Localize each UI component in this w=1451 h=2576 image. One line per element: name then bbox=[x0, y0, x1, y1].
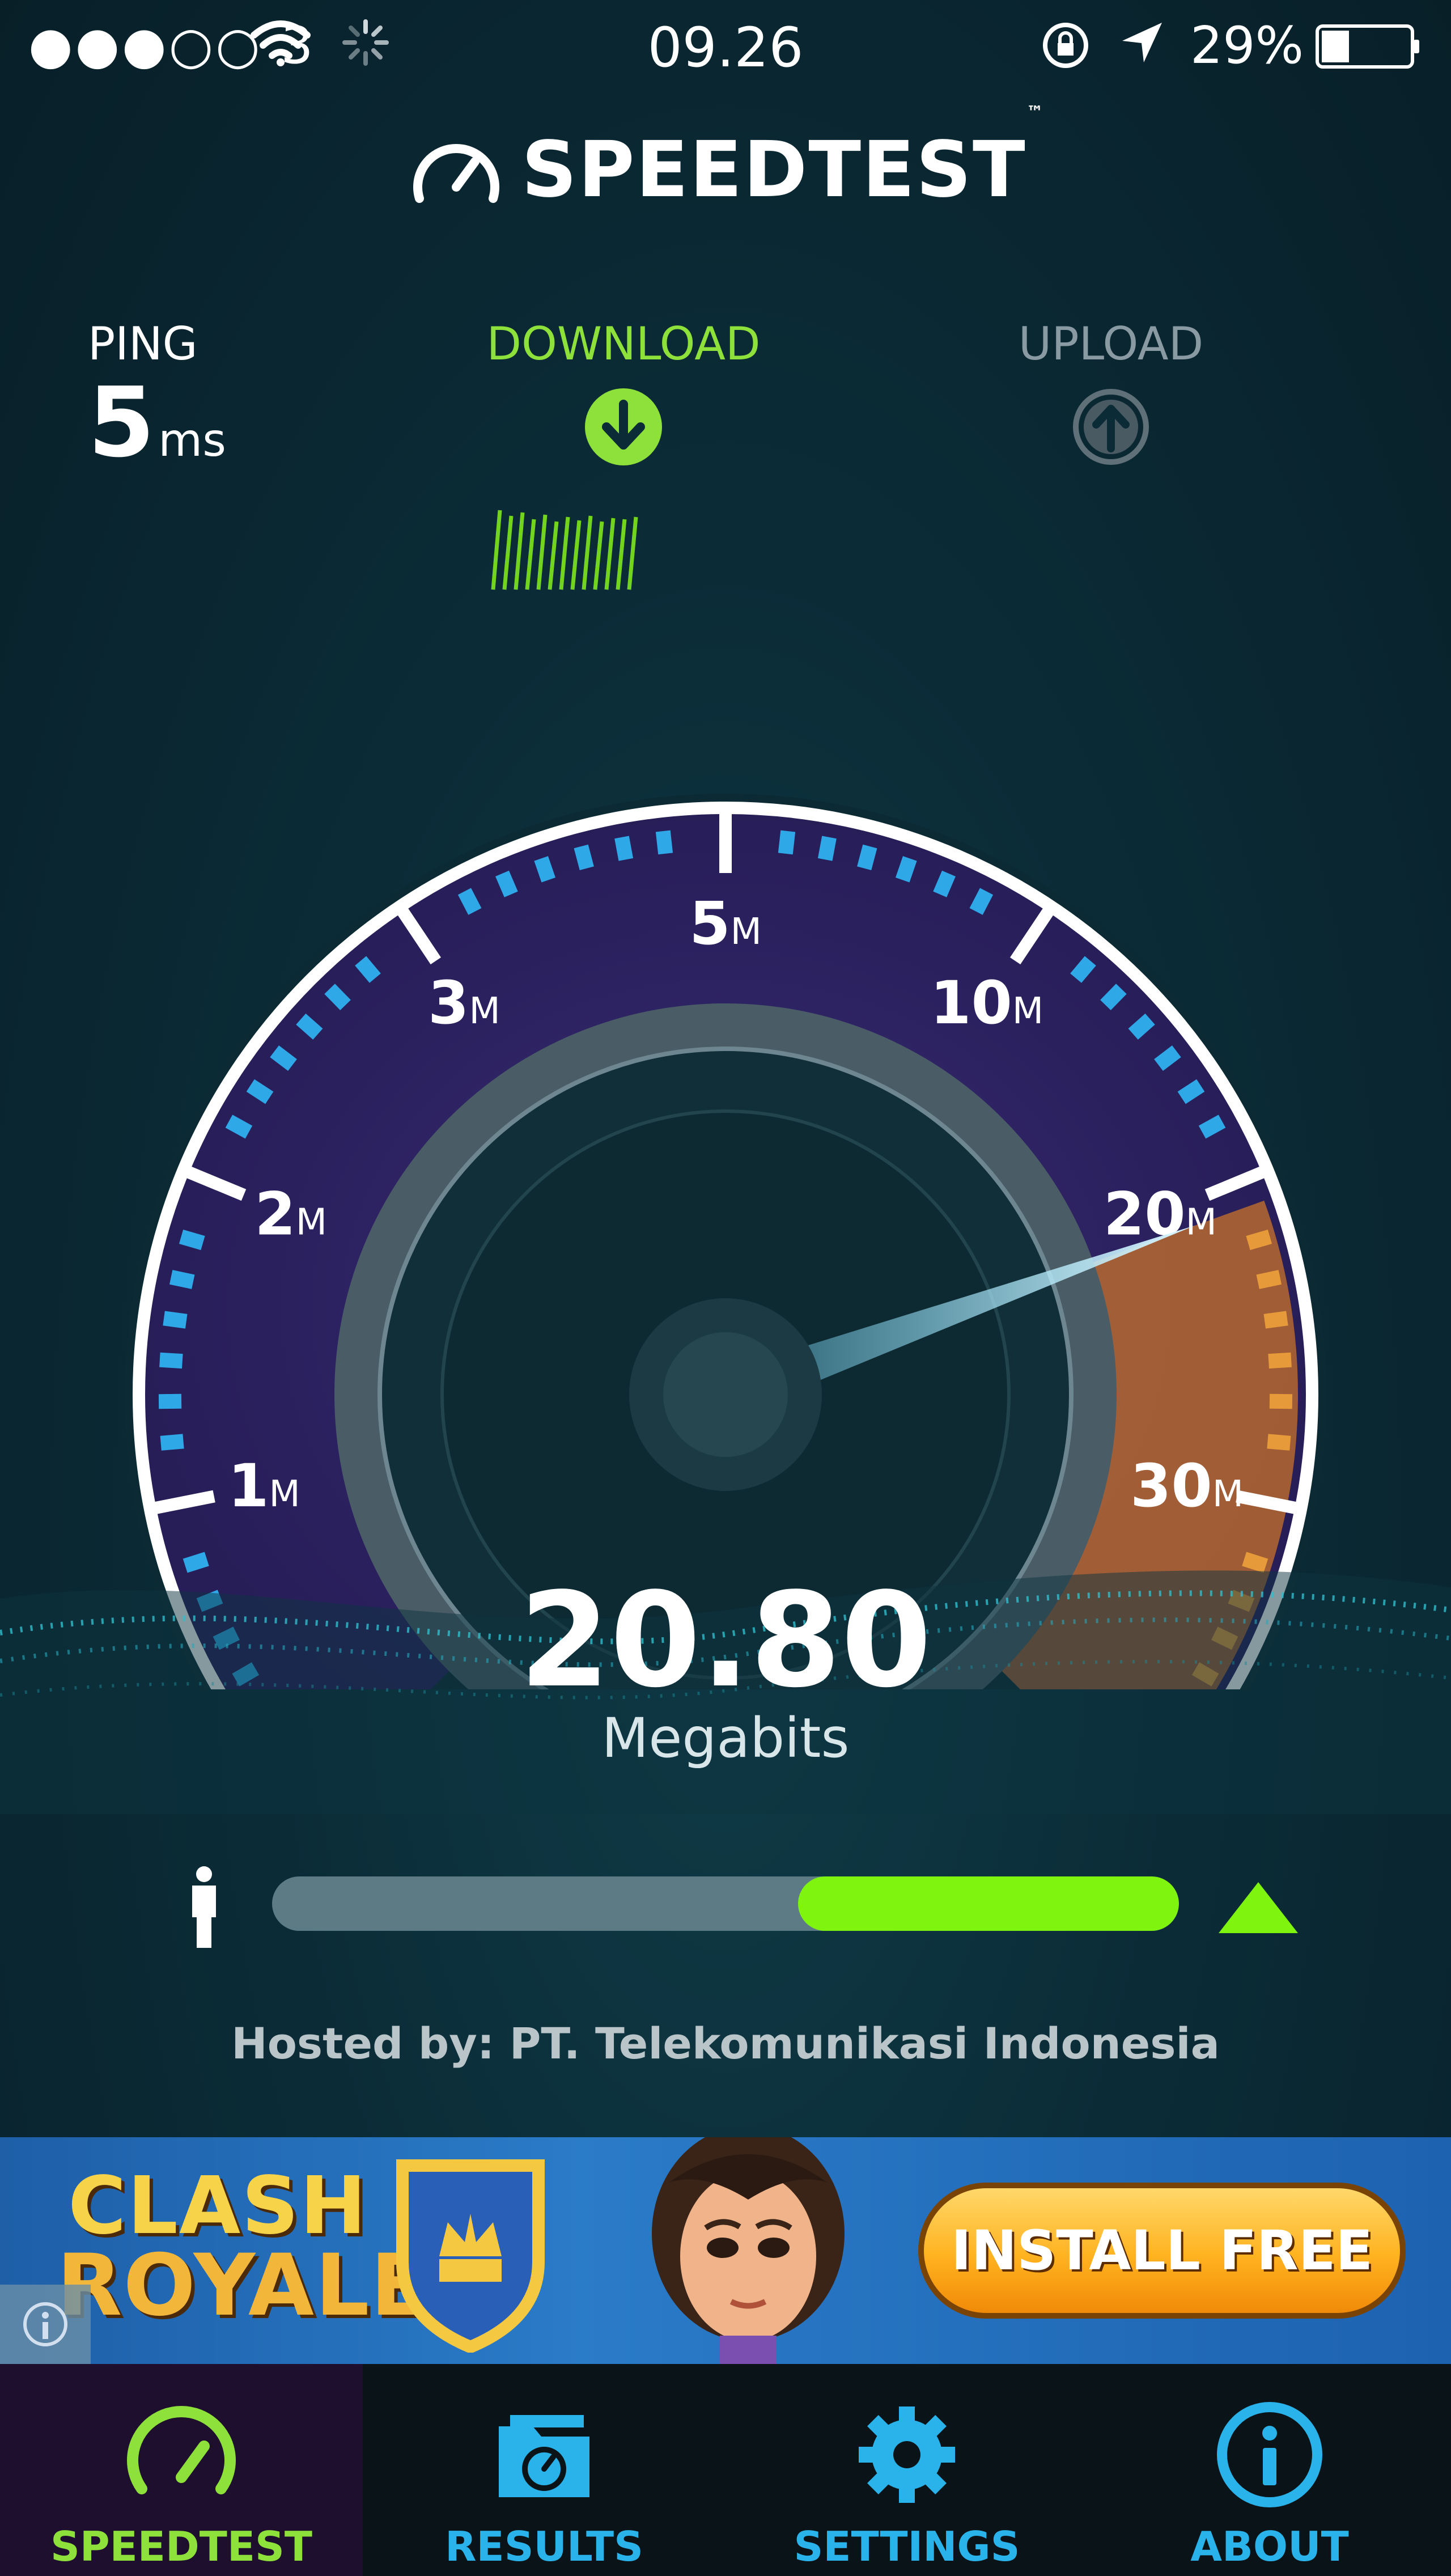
person-icon bbox=[184, 1865, 224, 1952]
arrow-up-icon bbox=[1071, 387, 1151, 467]
tab-label: RESULTS bbox=[445, 2523, 643, 2570]
gauge-segment bbox=[457, 888, 482, 915]
battery-icon bbox=[1315, 24, 1423, 71]
speed-value: 20.80 bbox=[519, 1565, 932, 1717]
ping-label: PING bbox=[88, 317, 198, 370]
ad-info-icon[interactable] bbox=[0, 2285, 91, 2364]
ping-value: 5ms bbox=[88, 367, 226, 479]
test-progress-bar bbox=[272, 1876, 1179, 1931]
ping-metric: PING 5ms bbox=[88, 317, 226, 471]
speedometer-logo-icon bbox=[413, 144, 499, 203]
crown-shield-icon bbox=[385, 2149, 555, 2355]
gauge-segment bbox=[179, 1229, 205, 1251]
gauge-segment bbox=[159, 1352, 183, 1369]
battery-percentage: 29% bbox=[1190, 16, 1304, 75]
gauge-segment bbox=[160, 1434, 184, 1451]
gauge-segment bbox=[1177, 1079, 1205, 1104]
status-bar: ●●●○○ 3 09.26 29% bbox=[0, 0, 1451, 91]
arrow-down-icon bbox=[584, 387, 663, 467]
ad-install-button[interactable]: INSTALL FREE bbox=[918, 2183, 1406, 2319]
app-title-bar: SPEEDTEST™ bbox=[408, 103, 1045, 215]
ad-character-image bbox=[606, 2137, 890, 2364]
app-title: SPEEDTEST™ bbox=[521, 103, 1045, 215]
gauge-segment bbox=[1267, 1434, 1291, 1451]
gear-icon bbox=[850, 2398, 964, 2511]
tab-settings[interactable]: SETTINGS bbox=[726, 2364, 1088, 2576]
info-icon bbox=[1213, 2398, 1326, 2511]
gauge-segment bbox=[655, 830, 673, 855]
results-folder-icon bbox=[487, 2398, 601, 2511]
gauge-segment bbox=[534, 856, 555, 883]
upload-metric: UPLOAD bbox=[969, 317, 1253, 467]
gauge-segment bbox=[933, 870, 956, 897]
tab-label: SETTINGS bbox=[794, 2523, 1020, 2570]
gauge-segment bbox=[614, 836, 634, 861]
gauge-segment bbox=[169, 1270, 195, 1289]
gauge-segment bbox=[1198, 1115, 1226, 1139]
speed-unit: Megabits bbox=[601, 1706, 850, 1770]
upload-label: UPLOAD bbox=[1018, 317, 1204, 370]
rotation-lock-icon bbox=[1037, 17, 1094, 76]
gauge-segment bbox=[163, 1311, 188, 1329]
download-metric: DOWNLOAD bbox=[465, 317, 782, 467]
ad-brand-line2: ROYALE bbox=[57, 2236, 430, 2335]
hosted-by-text: Hosted by: PT. Telekomunikasi Indonesia bbox=[231, 2018, 1220, 2069]
gauge-segment bbox=[896, 856, 917, 883]
tab-about[interactable]: ABOUT bbox=[1088, 2364, 1451, 2576]
gauge-segment bbox=[225, 1115, 253, 1139]
tab-results[interactable]: RESULTS bbox=[363, 2364, 726, 2576]
tab-label: SPEEDTEST bbox=[50, 2523, 313, 2570]
ad-banner[interactable]: CLASH ROYALE INSTALL FREE bbox=[0, 2137, 1451, 2364]
speed-readout: 20.80 Megabits bbox=[0, 1576, 1451, 1770]
speedometer-icon bbox=[125, 2398, 238, 2511]
gauge-segment bbox=[1263, 1311, 1288, 1329]
gauge-segment bbox=[1268, 1352, 1292, 1369]
tab-speedtest[interactable]: SPEEDTEST bbox=[0, 2364, 363, 2576]
gauge-segment bbox=[1246, 1229, 1272, 1251]
tab-label: ABOUT bbox=[1190, 2523, 1349, 2570]
gauge-segment bbox=[574, 844, 594, 871]
test-progress-fill bbox=[798, 1876, 1179, 1931]
gauge-segment bbox=[969, 888, 994, 915]
bottom-tab-bar: SPEEDTEST RESULTS SETTINGS ABOUT bbox=[0, 2364, 1451, 2576]
location-arrow-icon bbox=[1117, 17, 1168, 70]
gauge-segment bbox=[1256, 1270, 1282, 1289]
gauge-segment bbox=[857, 844, 877, 871]
gauge-segment bbox=[778, 830, 796, 855]
server-triangle-icon bbox=[1216, 1876, 1301, 1941]
download-label: DOWNLOAD bbox=[486, 317, 761, 370]
gauge-segment bbox=[246, 1079, 274, 1104]
download-sparkline bbox=[487, 505, 640, 598]
gauge-segment bbox=[495, 870, 518, 897]
gauge-segment bbox=[817, 836, 837, 861]
